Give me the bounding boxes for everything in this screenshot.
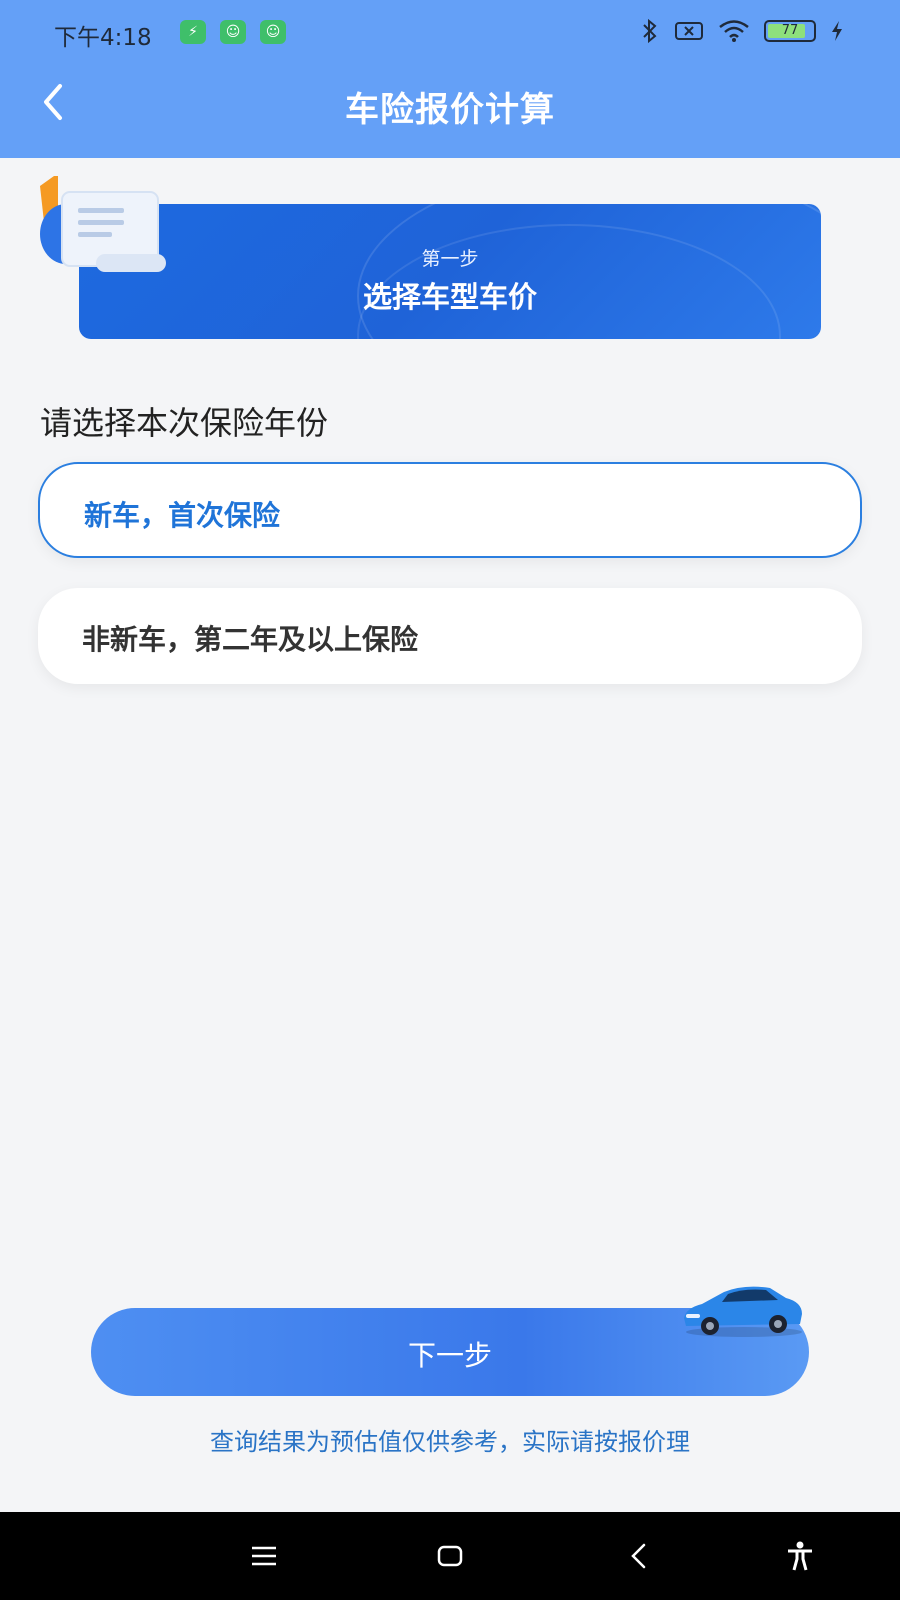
header: 下午4:18 ⚡ ☺ ☺ 77 车险报价计算	[0, 0, 900, 158]
page-title: 车险报价计算	[345, 90, 555, 130]
car-icon	[684, 1286, 802, 1337]
option-new-car[interactable]: 新车，首次保险	[38, 462, 862, 558]
disclaimer-note: 查询结果为预估值仅供参考，实际请按报价理	[210, 1428, 690, 1456]
step-card: 第一步 选择车型车价	[79, 204, 821, 339]
battery-level: 77	[781, 23, 799, 38]
option-label: 非新车，第二年及以上保险	[82, 623, 419, 656]
status-right: 77	[640, 18, 844, 44]
home-icon[interactable]	[434, 1540, 466, 1572]
step-title: 选择车型车价	[362, 280, 537, 314]
wifi-icon	[719, 20, 749, 42]
no-sim-icon	[675, 22, 703, 40]
status-time: 下午4:18	[54, 25, 152, 51]
app-frog-icon: ☺	[260, 20, 286, 44]
bluetooth-icon	[643, 18, 657, 44]
charging-icon	[832, 21, 842, 41]
option-label: 新车，首次保险	[84, 499, 281, 532]
app-frog-icon: ☺	[220, 20, 246, 44]
battery-icon: 77	[764, 20, 816, 42]
back-nav-icon[interactable]	[624, 1540, 656, 1572]
next-step-label: 下一步	[407, 1339, 492, 1372]
document-icon	[40, 176, 166, 272]
option-renewal[interactable]: 非新车，第二年及以上保险	[38, 588, 862, 684]
step-label: 第一步	[421, 248, 479, 270]
question-label: 请选择本次保险年份	[40, 404, 329, 442]
menu-icon[interactable]	[248, 1540, 280, 1572]
system-nav-bar	[0, 1512, 900, 1600]
app-shield-icon: ⚡	[180, 20, 206, 44]
accessibility-icon[interactable]	[784, 1540, 816, 1572]
